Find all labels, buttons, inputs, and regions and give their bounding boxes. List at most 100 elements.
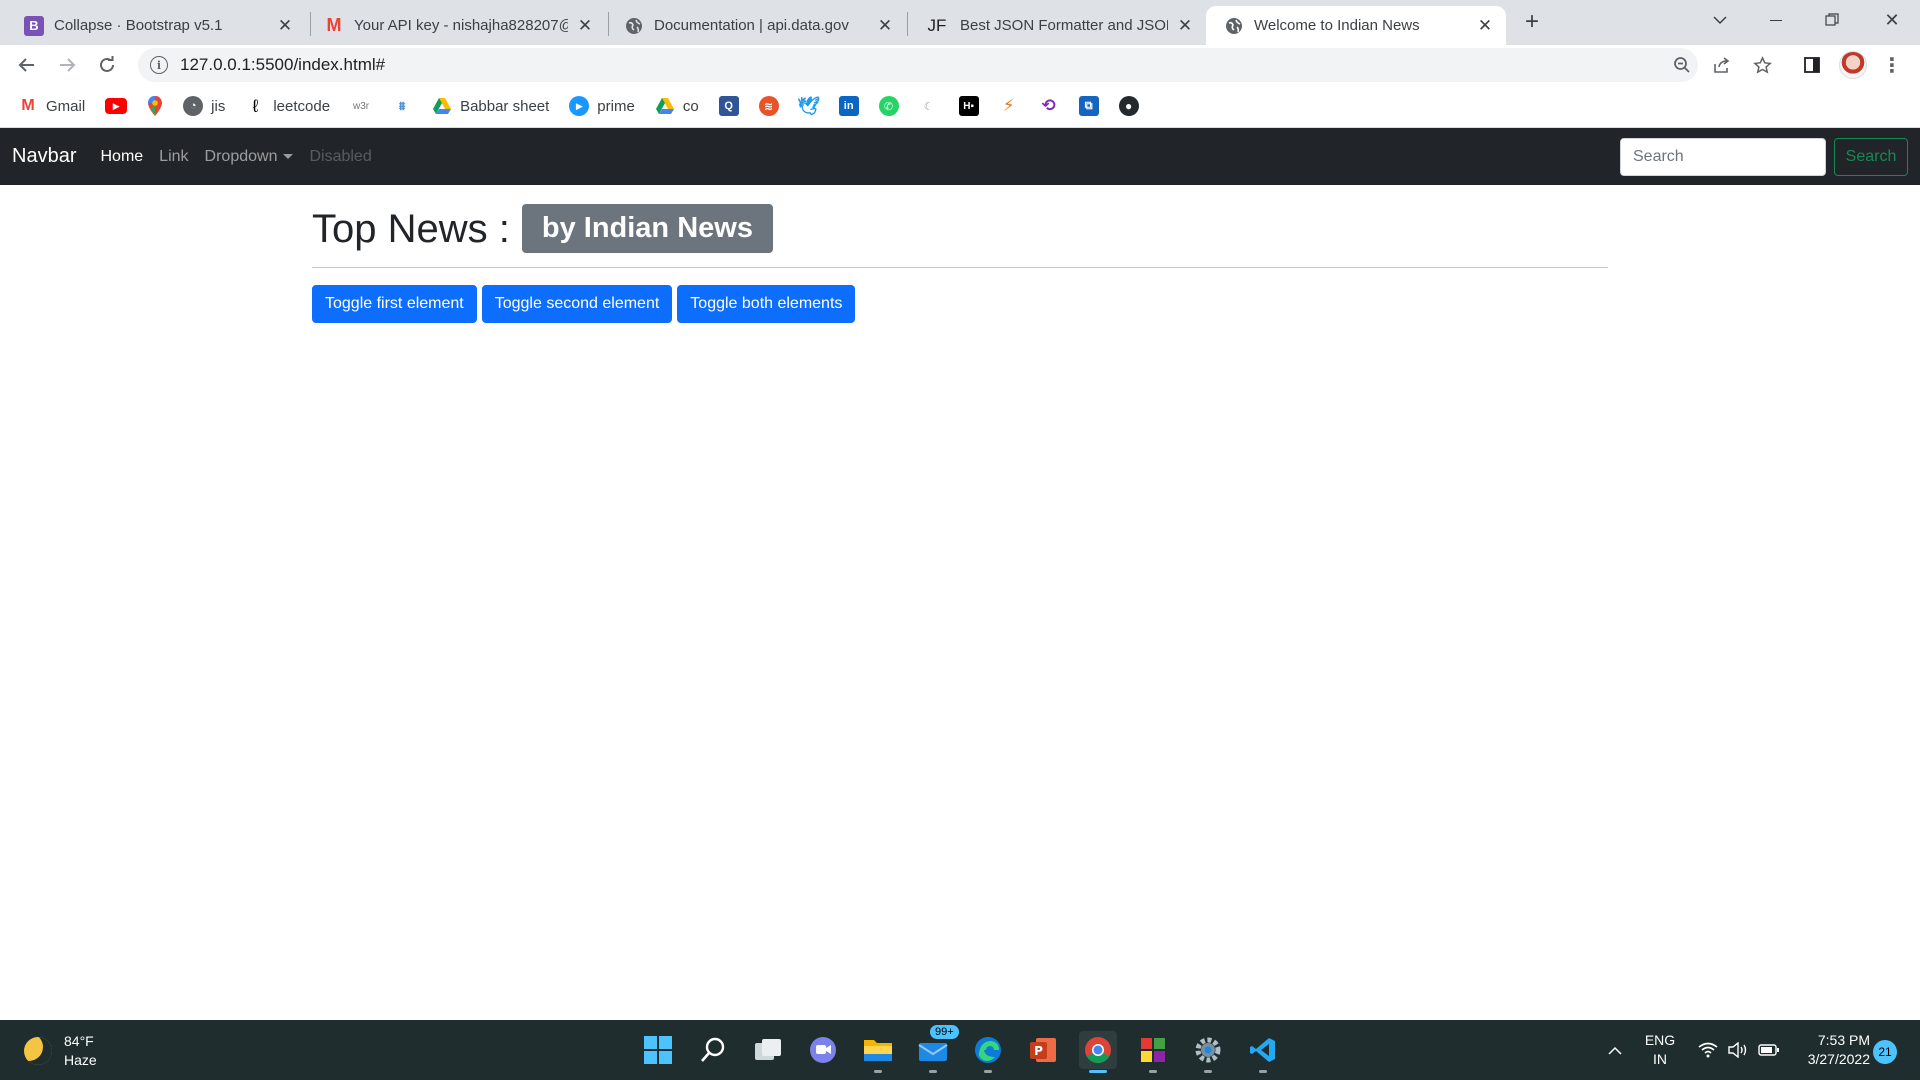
bookmark-icon: Q <box>718 96 739 116</box>
vscode-icon <box>1250 1038 1275 1062</box>
w3schools-icon: w3r <box>353 100 370 112</box>
powerpoint-button[interactable]: P <box>1024 1031 1062 1069</box>
hackerrank-icon: H▪ <box>958 96 979 116</box>
profile-avatar[interactable] <box>1839 51 1867 79</box>
zoom-button[interactable] <box>1670 53 1694 77</box>
bookmark-site[interactable]: Q <box>718 91 739 121</box>
clock[interactable]: 7:53 PM 3/27/2022 <box>1786 1020 1870 1080</box>
back-button[interactable] <box>11 49 43 81</box>
search-button[interactable]: Search <box>1834 138 1908 176</box>
notification-count-badge[interactable]: 21 <box>1873 1040 1897 1064</box>
bookmark-maps[interactable] <box>147 91 163 121</box>
bookmark-github[interactable]: ● <box>1118 91 1139 121</box>
star-icon <box>1752 55 1772 74</box>
tab-documentation[interactable]: Documentation | api.data.gov ✕ <box>606 6 906 45</box>
bookmark-site[interactable]: ⟲ <box>1039 91 1059 121</box>
bookmark-label: co <box>682 97 699 115</box>
tab-search-button[interactable] <box>1692 0 1748 40</box>
page-title-text: Top News : <box>312 206 510 251</box>
bookmark-linkedin[interactable]: in <box>838 91 859 121</box>
mail-button[interactable]: 99+ <box>914 1025 959 1073</box>
vscode-button[interactable] <box>1244 1031 1282 1073</box>
kebab-menu-icon: ⋮ <box>1882 54 1902 77</box>
bookmark-twitter[interactable]: 🕊 <box>797 91 820 121</box>
tab-collapse-bootstrap[interactable]: B Collapse · Bootstrap v5.1 ✕ <box>6 6 306 45</box>
bookmark-w3schools[interactable]: w3r <box>350 91 372 121</box>
close-icon[interactable]: ✕ <box>274 15 296 37</box>
winrar-button[interactable] <box>1134 1031 1172 1073</box>
bookmark-jis[interactable]: ◔ jis <box>183 91 225 121</box>
bookmark-leetcode[interactable]: ℓ leetcode <box>245 91 330 121</box>
bookmark-site[interactable]: ≋ <box>758 91 779 121</box>
show-hidden-icons-button[interactable] <box>1600 1020 1630 1080</box>
toggle-first-button[interactable]: Toggle first element <box>312 285 477 324</box>
system-status-button[interactable] <box>1694 1020 1784 1080</box>
bookmark-babbar-sheet[interactable]: Babbar sheet <box>432 91 549 121</box>
winrar-icon <box>1141 1038 1165 1062</box>
bookmark-site[interactable]: ⧉ <box>1078 91 1099 121</box>
bookmark-site[interactable]: ⚡ <box>999 91 1019 121</box>
weather-condition: Haze <box>64 1052 97 1068</box>
mail-icon <box>918 1043 948 1061</box>
toggle-second-button[interactable]: Toggle second element <box>481 285 673 324</box>
teams-chat-button[interactable] <box>804 1031 842 1069</box>
minimize-button[interactable] <box>1748 0 1804 40</box>
url-text: 127.0.0.1:5500/index.html# <box>180 55 386 74</box>
task-view-button[interactable] <box>749 1031 787 1069</box>
drive-icon <box>655 98 674 114</box>
navbar-brand[interactable]: Navbar <box>12 145 76 168</box>
taskbar-search-button[interactable] <box>694 1031 732 1069</box>
restore-button[interactable] <box>1804 0 1860 40</box>
language-indicator[interactable]: ENG IN <box>1640 1020 1680 1080</box>
toggle-both-button[interactable]: Toggle both elements <box>677 285 856 324</box>
side-panel-button[interactable] <box>1800 53 1824 77</box>
bookmark-site[interactable]: ☾ <box>919 91 939 121</box>
bookmark-co[interactable]: co <box>655 91 699 121</box>
tab-gmail-api-key[interactable]: M Your API key - nishajha828207@gmail.co… <box>306 6 606 45</box>
bookmark-label: Babbar sheet <box>460 97 550 115</box>
file-explorer-icon <box>864 1040 892 1061</box>
bookmark-whatsapp[interactable]: ✆ <box>878 91 899 121</box>
tab-indian-news[interactable]: Welcome to Indian News ✕ <box>1206 6 1506 45</box>
divider <box>312 267 1608 269</box>
start-button[interactable] <box>639 1031 677 1069</box>
close-icon[interactable]: ✕ <box>574 15 596 37</box>
mail-badge: 99+ <box>930 1025 959 1039</box>
drive-icon <box>433 98 452 114</box>
nav-dropdown[interactable]: Dropdown <box>205 148 294 166</box>
forward-button[interactable] <box>51 49 83 81</box>
bookmark-hackerrank[interactable]: H▪ <box>958 91 979 121</box>
page-title: Top News : by Indian News <box>312 204 1608 254</box>
bookmark-site[interactable]: ⩩ <box>392 91 412 121</box>
share-button[interactable] <box>1710 53 1734 77</box>
bookmark-gmail[interactable]: M Gmail <box>18 91 85 121</box>
close-window-button[interactable]: ✕ <box>1864 0 1920 40</box>
file-explorer-button[interactable] <box>859 1031 897 1073</box>
bookmark-star-button[interactable] <box>1750 53 1774 77</box>
tab-title: Best JSON Formatter and JSON Validator <box>960 17 1168 34</box>
nav-link-home[interactable]: Home <box>100 148 143 166</box>
bookmark-prime[interactable]: ▶ prime <box>569 91 635 121</box>
close-icon[interactable]: ✕ <box>1174 15 1196 37</box>
new-tab-button[interactable]: + <box>1518 8 1546 36</box>
edge-button[interactable] <box>969 1031 1007 1073</box>
nav-link-link[interactable]: Link <box>159 148 188 166</box>
tab-json-formatter[interactable]: JF Best JSON Formatter and JSON Validato… <box>906 6 1206 45</box>
search-input[interactable] <box>1620 138 1826 176</box>
nav-dropdown-label: Dropdown <box>204 147 278 165</box>
close-icon[interactable]: ✕ <box>874 15 896 37</box>
bookmark-icon: ⧉ <box>1078 96 1099 116</box>
leetcode-icon: ℓ <box>252 95 259 116</box>
site-info-icon[interactable]: i <box>150 56 168 74</box>
battery-icon <box>1758 1044 1779 1056</box>
settings-button[interactable] <box>1189 1031 1227 1073</box>
chrome-button[interactable] <box>1079 1031 1117 1073</box>
reload-button[interactable] <box>91 49 123 81</box>
linkedin-icon: in <box>838 96 859 116</box>
bookmark-youtube[interactable]: ▶ <box>105 91 128 121</box>
address-bar[interactable]: i 127.0.0.1:5500/index.html# <box>138 48 1698 82</box>
weather-widget[interactable]: 84°F Haze <box>24 1032 97 1070</box>
close-icon[interactable]: ✕ <box>1474 15 1496 37</box>
side-panel-icon <box>1804 57 1820 73</box>
browser-menu-button[interactable]: ⋮ <box>1880 53 1904 77</box>
